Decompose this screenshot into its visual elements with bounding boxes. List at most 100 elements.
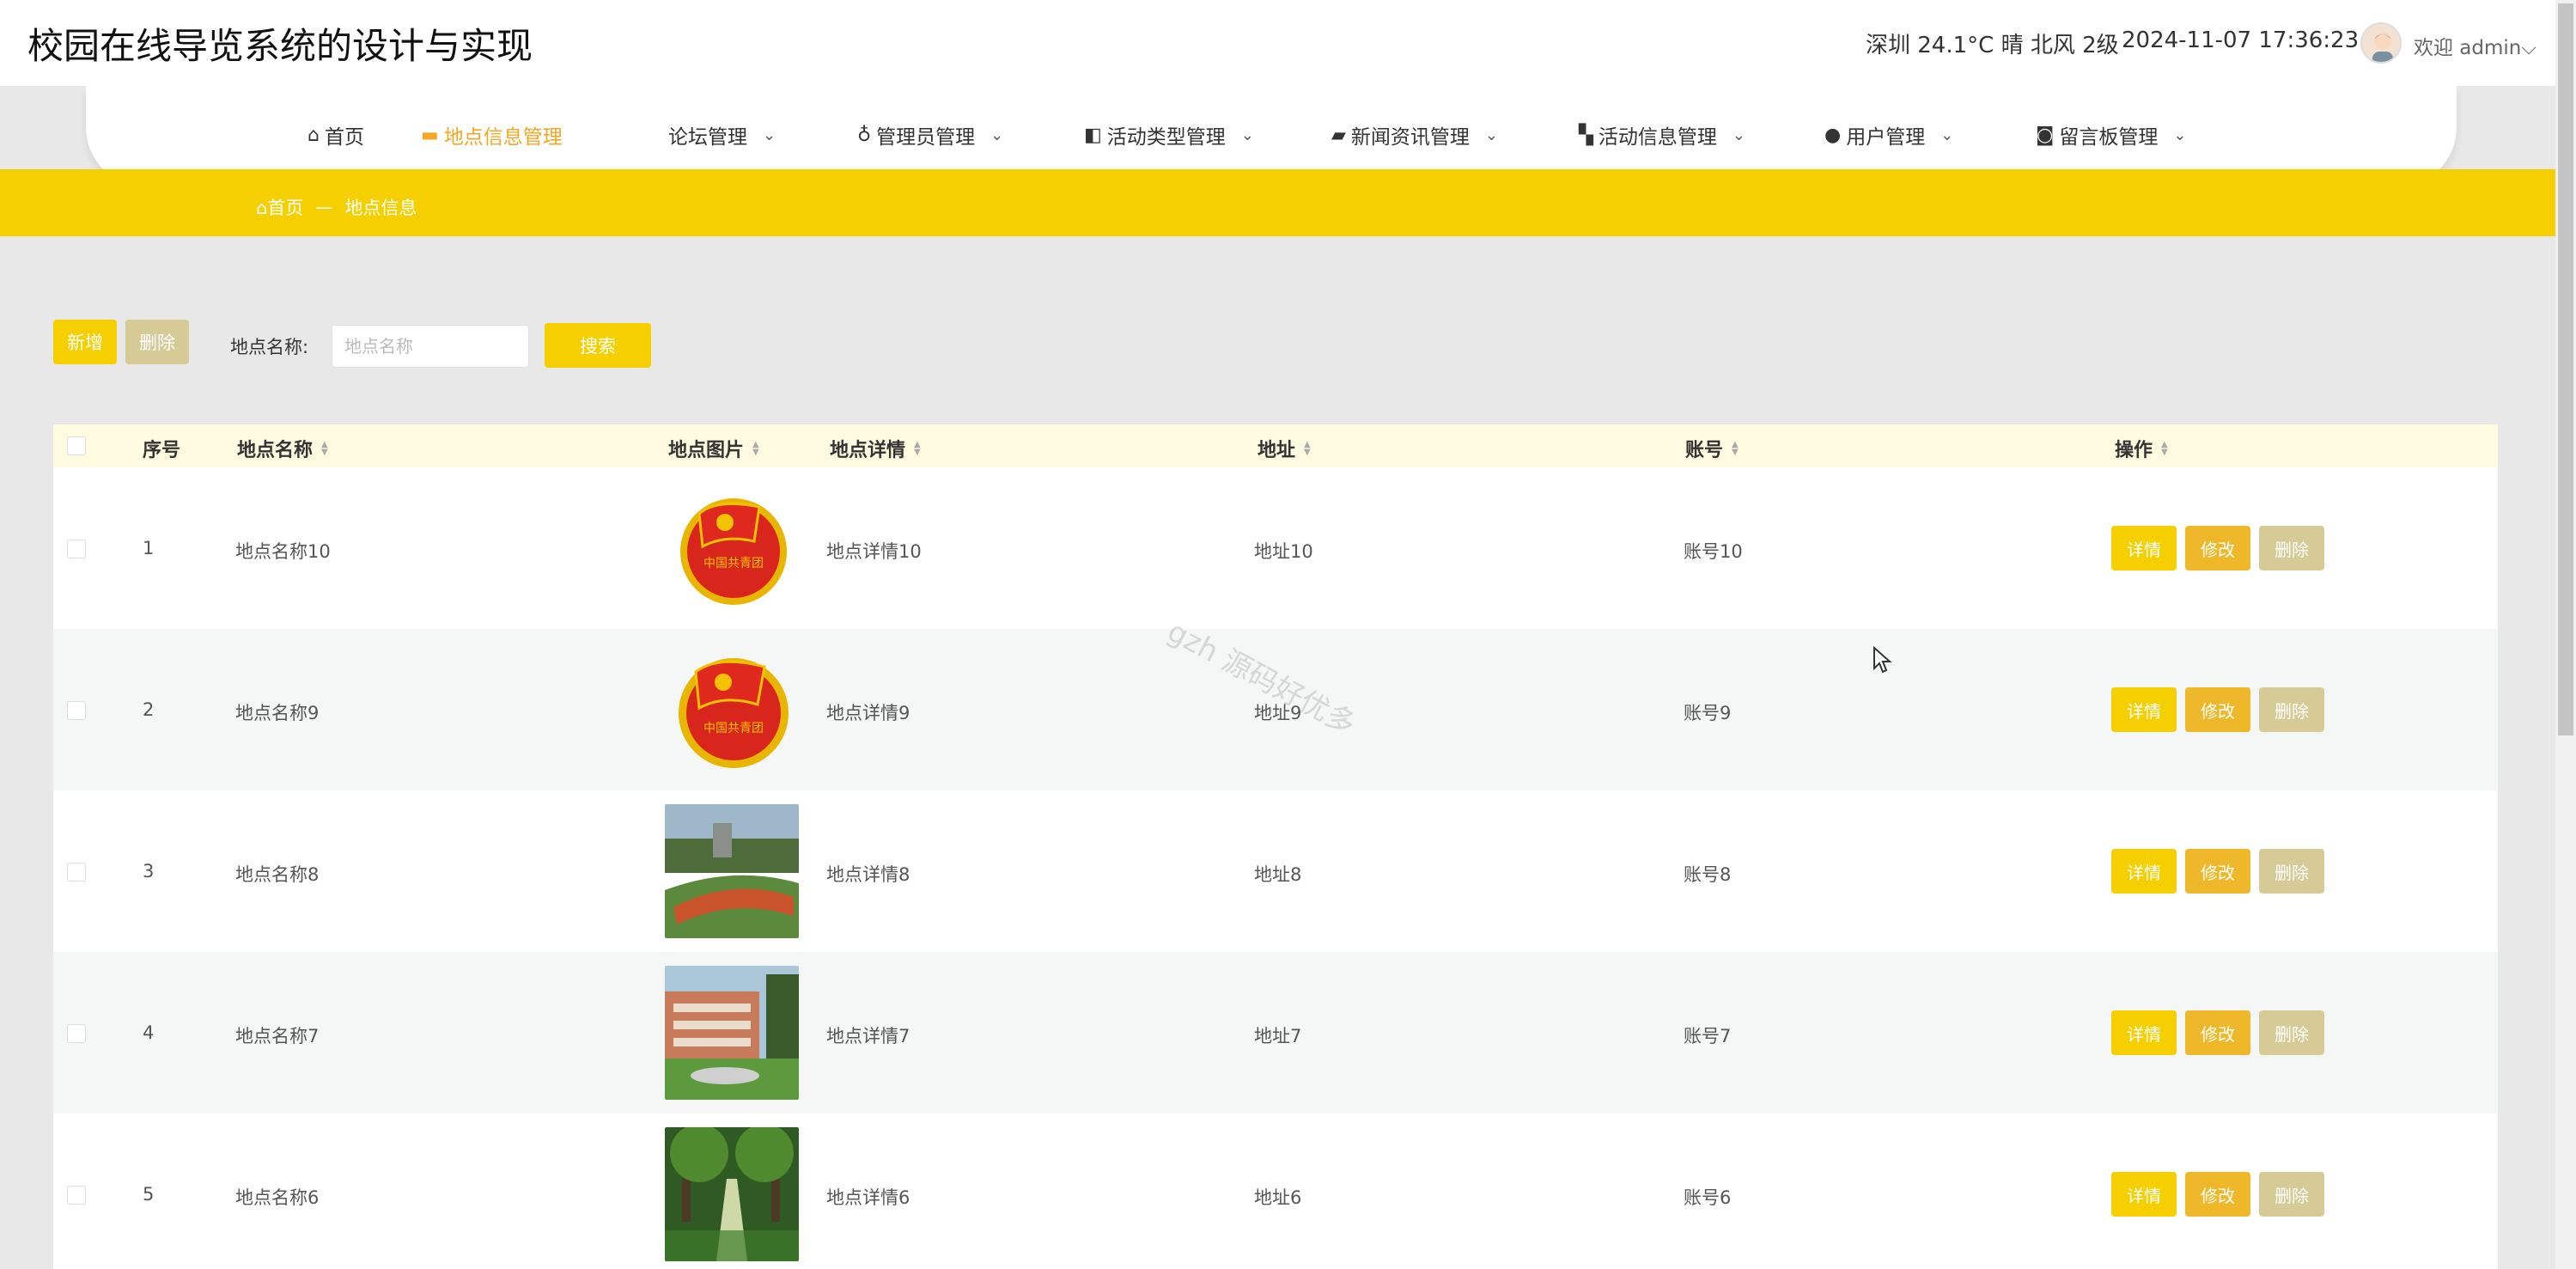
avatar[interactable] xyxy=(2360,22,2402,64)
nav-forum[interactable]: 论坛管理 ⌄ xyxy=(668,120,776,149)
delete-button[interactable]: 删除 xyxy=(2259,687,2324,732)
delete-button[interactable]: 删除 xyxy=(2259,1172,2324,1217)
news-icon: ▰ xyxy=(1331,124,1346,146)
table-row: 2 地点名称9 中国共青团 地点详情9 地址9 账号9 详情 修改 删除 xyxy=(53,629,2498,790)
detail-button[interactable]: 详情 xyxy=(2111,1172,2177,1217)
user-menu[interactable]: 欢迎 admin⌵ xyxy=(2414,31,2536,60)
location-image[interactable] xyxy=(665,804,799,938)
cell-address: 地址7 xyxy=(1254,1026,1302,1046)
sort-icon[interactable]: ▲ ▼ xyxy=(1732,441,1739,457)
cell-account: 账号7 xyxy=(1684,1026,1732,1046)
cell-name: 地点名称7 xyxy=(235,1026,320,1046)
nav-label: 活动类型管理 xyxy=(1106,126,1226,149)
add-button[interactable]: 新增 xyxy=(53,320,117,364)
edit-button[interactable]: 修改 xyxy=(2185,526,2250,570)
column-header-index: 序号 xyxy=(143,435,180,462)
detail-button[interactable]: 详情 xyxy=(2111,1010,2177,1055)
delete-button[interactable]: 删除 xyxy=(2259,1010,2324,1055)
location-icon: ▬ xyxy=(421,124,439,146)
cell-name: 地点名称9 xyxy=(235,703,320,723)
table-row: 4 地点名称7 地点详情7 地址7 账号7 详情 修改 删除 xyxy=(53,952,2498,1113)
delete-button[interactable]: 删除 xyxy=(2259,526,2324,570)
column-header-label: 地点图片 xyxy=(668,440,745,461)
column-header-label: 序号 xyxy=(143,440,181,461)
detail-button[interactable]: 详情 xyxy=(2111,849,2177,894)
sort-icon[interactable]: ▲ ▼ xyxy=(752,441,759,457)
row-actions: 详情 修改 删除 xyxy=(2111,526,2324,570)
bulk-delete-button[interactable]: 删除 xyxy=(125,320,189,364)
row-actions: 详情 修改 删除 xyxy=(2111,1172,2324,1217)
nav-admin[interactable]: ♁ 管理员管理 ⌄ xyxy=(857,120,1003,149)
nav-users[interactable]: ● 用户管理 ⌄ xyxy=(1824,120,1953,149)
cell-index: 1 xyxy=(143,538,155,558)
type-icon: ◧ xyxy=(1084,124,1102,146)
column-header-image[interactable]: 地点图片 ▲ ▼ xyxy=(668,435,759,462)
location-table: 序号 地点名称 ▲ ▼ 地点图片 ▲ ▼ 地点详情 ▲ ▼ 地址 ▲ ▼ 账号 ▲ ▼ 操作 ▲ ▼ 1… xyxy=(53,424,2498,1269)
cell-account: 账号8 xyxy=(1684,864,1732,885)
chevron-down-icon: ⌄ xyxy=(763,125,776,144)
nav-messages[interactable]: ◙ 留言板管理 ⌄ xyxy=(2036,120,2186,149)
nav-location[interactable]: ▬ 地点信息管理 xyxy=(421,120,563,149)
location-image[interactable]: 中国共青团 xyxy=(665,643,799,777)
table-row: 3 地点名称8 地点详情8 地址8 账号8 详情 修改 删除 xyxy=(53,790,2498,952)
row-checkbox[interactable] xyxy=(67,863,86,882)
sort-icon[interactable]: ▲ ▼ xyxy=(321,441,328,457)
column-header-address[interactable]: 地址 ▲ ▼ xyxy=(1258,435,1311,462)
location-image[interactable] xyxy=(665,1127,799,1261)
location-image[interactable]: 中国共青团 xyxy=(665,481,799,615)
chevron-down-icon: ⌄ xyxy=(990,125,1004,144)
delete-button[interactable]: 删除 xyxy=(2259,849,2324,894)
nav-home[interactable]: ⌂ 首页 xyxy=(308,120,364,149)
edit-button[interactable]: 修改 xyxy=(2185,1172,2250,1217)
nav-activity-type[interactable]: ◧ 活动类型管理 ⌄ xyxy=(1084,120,1254,149)
cell-detail: 地点详情9 xyxy=(826,703,910,723)
column-header-name[interactable]: 地点名称 ▲ ▼ xyxy=(237,435,328,462)
column-header-label: 操作 xyxy=(2115,440,2153,461)
sort-icon[interactable]: ▲ ▼ xyxy=(1304,441,1311,457)
cell-index: 5 xyxy=(143,1184,155,1205)
edit-button[interactable]: 修改 xyxy=(2185,1010,2250,1055)
app-title: 校园在线导览系统的设计与实现 xyxy=(27,25,533,67)
row-checkbox[interactable] xyxy=(67,540,86,558)
scrollbar-thumb[interactable] xyxy=(2558,3,2573,735)
datetime: 2024-11-07 17:36:23 xyxy=(2122,27,2360,53)
column-header-actions[interactable]: 操作 ▲ ▼ xyxy=(2115,435,2168,462)
sort-icon[interactable]: ▲ ▼ xyxy=(914,441,921,457)
chevron-down-icon: ⌄ xyxy=(2173,125,2187,144)
cell-index: 3 xyxy=(143,861,155,882)
message-icon: ◙ xyxy=(2036,124,2055,146)
row-checkbox[interactable] xyxy=(67,1186,86,1205)
svg-text:中国共青团: 中国共青团 xyxy=(703,557,764,570)
edit-button[interactable]: 修改 xyxy=(2185,849,2250,894)
location-image[interactable] xyxy=(665,966,799,1100)
row-checkbox[interactable] xyxy=(67,1024,86,1043)
row-actions: 详情 修改 删除 xyxy=(2111,849,2324,894)
breadcrumb-separator: — xyxy=(315,197,333,217)
nav-activity-info[interactable]: ▚ 活动信息管理 ⌄ xyxy=(1579,120,1745,149)
cell-detail: 地点详情8 xyxy=(826,864,910,885)
detail-button[interactable]: 详情 xyxy=(2111,526,2177,570)
chevron-down-icon: ⌄ xyxy=(1484,125,1499,144)
select-all-checkbox[interactable] xyxy=(67,436,86,455)
nav-label: 管理员管理 xyxy=(876,126,976,149)
column-header-detail[interactable]: 地点详情 ▲ ▼ xyxy=(830,435,921,462)
column-header-label: 地点名称 xyxy=(237,440,314,461)
column-header-label: 地址 xyxy=(1258,440,1296,461)
chevron-down-icon: ⌄ xyxy=(1732,125,1746,144)
breadcrumb: ⌂首页 — 地点信息 xyxy=(256,194,417,220)
cell-name: 地点名称6 xyxy=(235,1187,320,1208)
nav-news[interactable]: ▰ 新闻资讯管理 ⌄ xyxy=(1331,120,1498,149)
column-header-account[interactable]: 账号 ▲ ▼ xyxy=(1685,435,1739,462)
edit-button[interactable]: 修改 xyxy=(2185,687,2250,732)
home-icon: ⌂ xyxy=(308,124,320,146)
breadcrumb-home[interactable]: ⌂首页 xyxy=(256,194,303,220)
cell-detail: 地点详情10 xyxy=(826,541,922,562)
search-button[interactable]: 搜索 xyxy=(545,323,651,368)
page-scrollbar[interactable] xyxy=(2555,0,2576,1269)
cell-account: 账号9 xyxy=(1684,703,1732,723)
home-icon: ⌂ xyxy=(256,198,268,218)
detail-button[interactable]: 详情 xyxy=(2111,687,2177,732)
row-checkbox[interactable] xyxy=(67,701,86,720)
location-name-input[interactable] xyxy=(332,325,529,368)
sort-icon[interactable]: ▲ ▼ xyxy=(2161,441,2168,457)
